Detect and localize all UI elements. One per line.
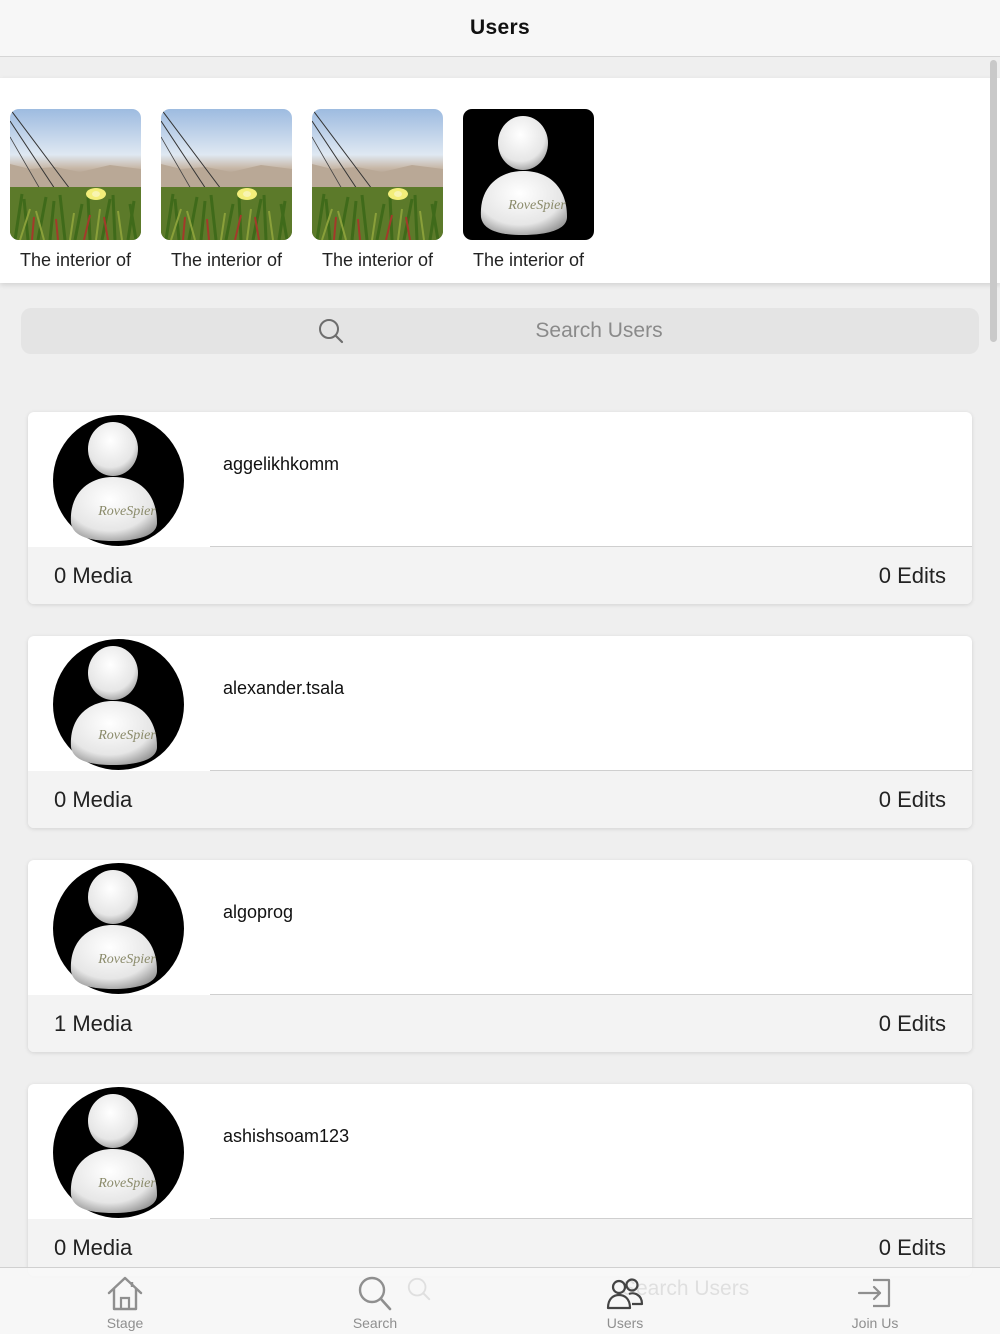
- users-screen: Users The interior of The interior of Th…: [0, 0, 1000, 1334]
- featured-item[interactable]: The interior of: [10, 109, 141, 271]
- username: alexander.tsala: [223, 678, 345, 698]
- user-card[interactable]: alexander.tsala 0 Media 0 Edits: [28, 636, 972, 828]
- tab-label: Search: [352, 1315, 398, 1331]
- featured-item-label: The interior of: [472, 250, 585, 270]
- search-input[interactable]: Search Users: [535, 319, 662, 343]
- featured-users-strip[interactable]: The interior of The interior of The inte…: [0, 78, 1000, 283]
- featured-thumbnail-default-avatar[interactable]: [463, 109, 594, 240]
- featured-item[interactable]: The interior of: [161, 109, 292, 271]
- featured-thumbnail[interactable]: [312, 109, 443, 240]
- featured-item[interactable]: The interior of: [312, 109, 443, 271]
- user-stats: 0 Media 0 Edits: [28, 547, 972, 604]
- media-count: 0 Media: [54, 562, 133, 588]
- user-card[interactable]: ashishsoam123 0 Media 0 Edits: [28, 1084, 972, 1276]
- edits-count: 0 Edits: [878, 1010, 946, 1036]
- tab-label: Stage: [106, 1315, 144, 1331]
- search-icon: [319, 319, 344, 344]
- featured-item-label: The interior of: [321, 250, 434, 270]
- tab-bar: Search Users Stage Search Users Join Us: [0, 1267, 1000, 1334]
- user-avatar: [53, 415, 184, 546]
- username: aggelikhkomm: [223, 454, 340, 474]
- user-avatar: [53, 863, 184, 994]
- sign-in-icon: [857, 1278, 891, 1308]
- username: algoprog: [223, 902, 294, 922]
- user-avatar: [53, 639, 184, 770]
- featured-item-label: The interior of: [170, 250, 283, 270]
- vertical-scrollbar[interactable]: [990, 60, 997, 342]
- featured-thumbnail[interactable]: [161, 109, 292, 240]
- edits-count: 0 Edits: [878, 562, 946, 588]
- media-count: 0 Media: [54, 1234, 133, 1260]
- user-card[interactable]: aggelikhkomm 0 Media 0 Edits: [28, 412, 972, 604]
- user-card[interactable]: algoprog 1 Media 0 Edits: [28, 860, 972, 1052]
- tab-label: Users: [606, 1315, 644, 1331]
- edits-count: 0 Edits: [878, 786, 946, 812]
- user-stats: 1 Media 0 Edits: [28, 995, 972, 1052]
- tab-users[interactable]: Users: [565, 1274, 685, 1331]
- tab-stage[interactable]: Stage: [65, 1274, 185, 1331]
- featured-item[interactable]: The interior of: [463, 109, 594, 271]
- search-users-bar[interactable]: Search Users: [21, 308, 979, 354]
- user-avatar: [53, 1087, 184, 1218]
- media-count: 0 Media: [54, 786, 133, 812]
- page-title: Users: [470, 16, 530, 39]
- edits-count: 0 Edits: [878, 1234, 946, 1260]
- featured-thumbnail[interactable]: [10, 109, 141, 240]
- tab-search[interactable]: Search: [315, 1274, 435, 1331]
- user-stats: 0 Media 0 Edits: [28, 771, 972, 828]
- search-icon: [358, 1276, 392, 1311]
- tab-label: Join Us: [851, 1315, 899, 1331]
- home-icon: [107, 1276, 143, 1311]
- featured-item-label: The interior of: [19, 250, 132, 270]
- username: ashishsoam123: [223, 1126, 350, 1146]
- media-count: 1 Media: [54, 1010, 133, 1036]
- users-icon: [606, 1278, 644, 1310]
- navigation-bar: Users: [0, 0, 1000, 57]
- tab-join-us[interactable]: Join Us: [815, 1274, 935, 1331]
